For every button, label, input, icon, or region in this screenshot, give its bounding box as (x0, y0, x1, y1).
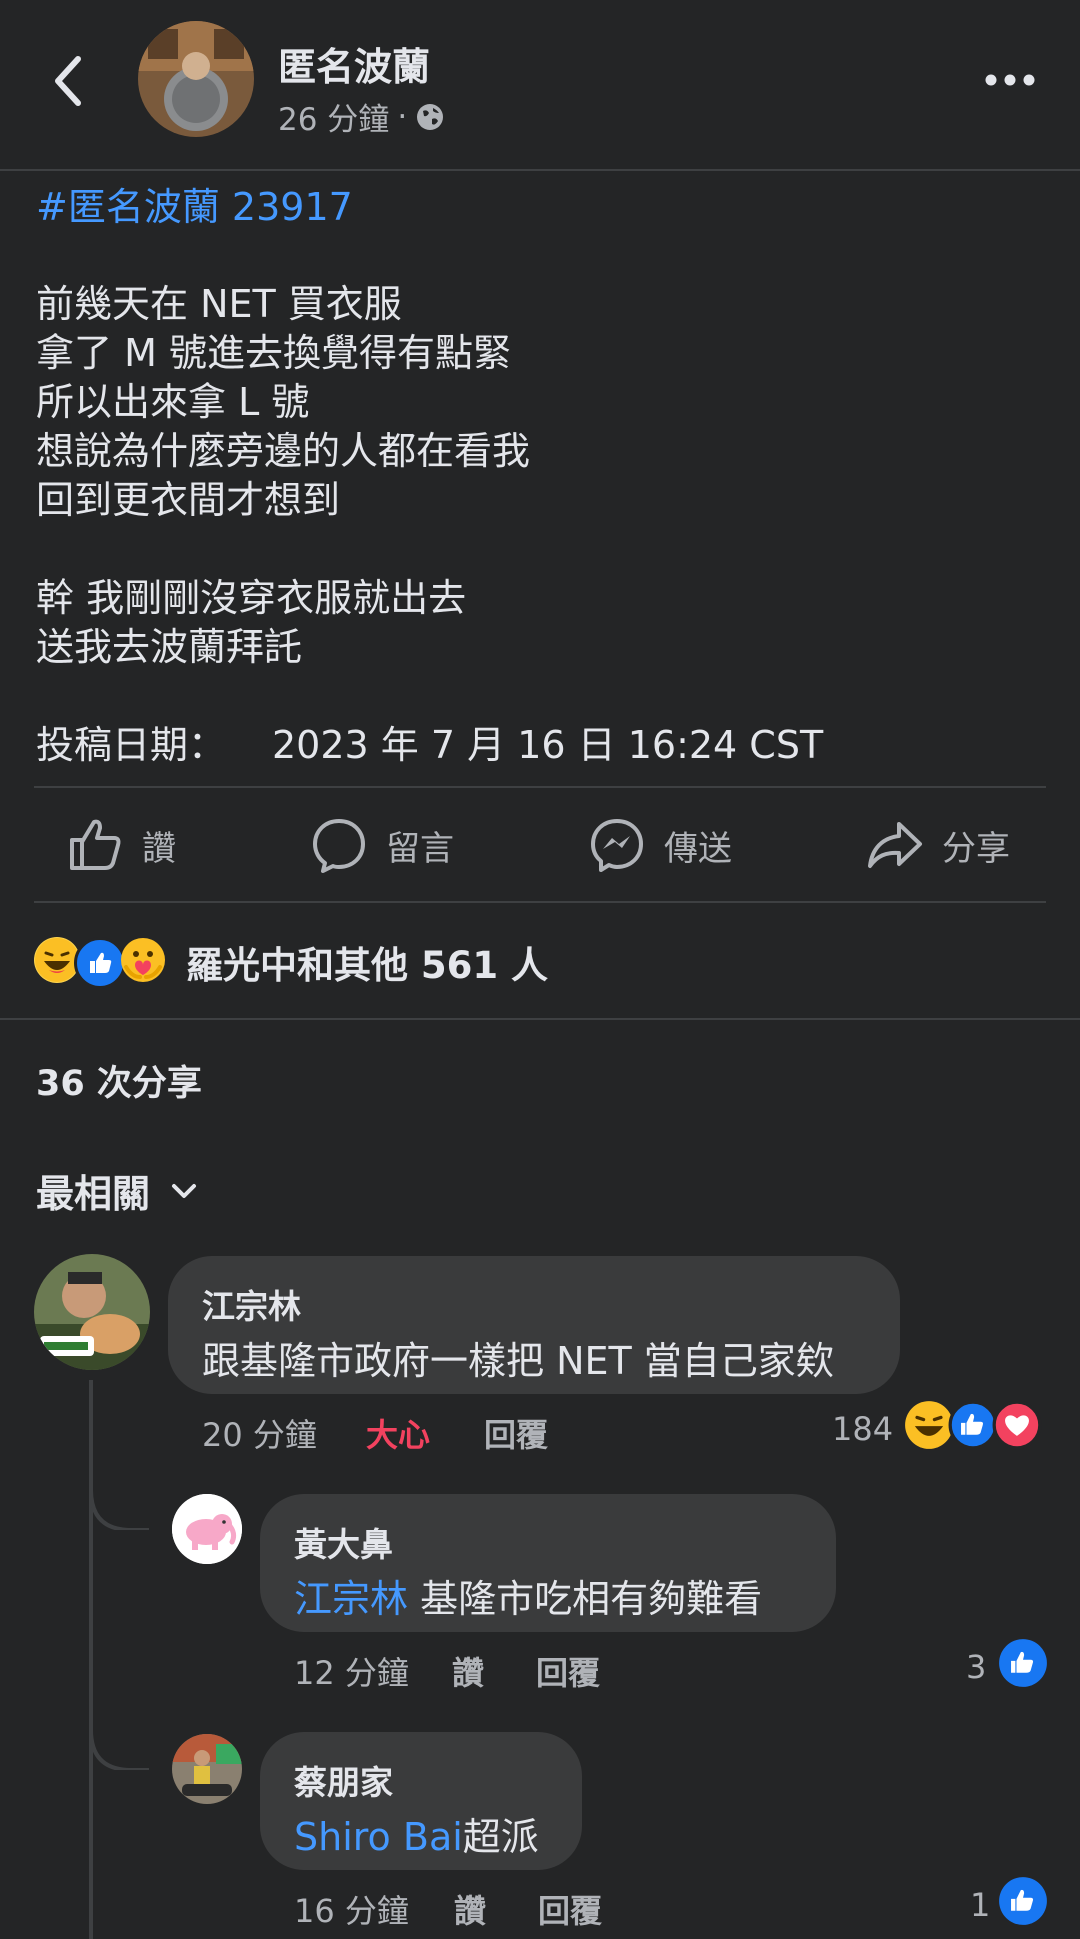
send-label: 傳送 (664, 828, 732, 869)
reaction-icons[interactable] (34, 937, 166, 989)
like-reaction-icon[interactable] (998, 1638, 1048, 1688)
reply-button[interactable]: 回覆 (536, 1648, 600, 1694)
comment-reaction-count[interactable]: 1 (970, 1886, 990, 1924)
more-dots-icon (985, 74, 1035, 86)
messenger-icon (591, 819, 643, 872)
mention-link[interactable]: Shiro Bai (294, 1815, 463, 1859)
like-button[interactable]: 讚 (66, 816, 176, 874)
comment-time[interactable]: 20 分鐘 (202, 1410, 317, 1456)
care-reaction-icon (120, 937, 166, 983)
comment-time[interactable]: 16 分鐘 (294, 1886, 409, 1932)
commenter-avatar[interactable] (34, 1254, 150, 1370)
reply-button[interactable]: 回覆 (484, 1410, 548, 1456)
reactions-divider (0, 1018, 1080, 1020)
post-date-label: 投稿日期： (36, 723, 227, 767)
actions-top-divider (34, 786, 1046, 788)
chevron-left-icon (55, 56, 81, 106)
comment-reaction-button[interactable]: 大心 (366, 1410, 430, 1456)
love-reaction-icon (992, 1400, 1042, 1450)
commenter-avatar[interactable] (172, 1734, 242, 1804)
commenter-name[interactable]: 江宗林 (202, 1280, 301, 1328)
comment-text: 跟基隆市政府一樣把 NET 當自己家欸 (202, 1339, 834, 1383)
post-timestamp: 26 分鐘 · (278, 94, 445, 139)
sort-label: 最相關 (36, 1172, 151, 1216)
page-name[interactable]: 匿名波蘭 (278, 36, 430, 91)
like-comment-button[interactable]: 讚 (452, 1648, 484, 1694)
page-avatar[interactable] (138, 21, 254, 137)
share-count[interactable]: 36 次分享 (36, 1055, 202, 1106)
comment-bubble-icon (313, 819, 365, 873)
post-date-value: 2023 年 7 月 16 日 16:24 CST (272, 723, 824, 767)
thumbs-up-icon (70, 819, 121, 870)
globe-icon (417, 103, 444, 130)
commenter-name[interactable]: 黃大鼻 (294, 1518, 393, 1566)
more-options-button[interactable] (975, 60, 1045, 100)
reactions-summary-text[interactable]: 羅光中和其他 561 人 (186, 935, 548, 989)
post-line: 幹 我剛剛沒穿衣服就出去 (36, 576, 467, 620)
like-label: 讚 (142, 828, 176, 869)
like-reaction-icon (948, 1400, 998, 1450)
comment-body: 基隆市吃相有夠難看 (408, 1577, 763, 1621)
like-comment-button[interactable]: 讚 (454, 1886, 486, 1932)
share-label: 分享 (942, 828, 1010, 869)
comment-text: Shiro Bai超派 (294, 1806, 539, 1861)
comment-sort-dropdown[interactable]: 最相關 (36, 1163, 198, 1218)
post-line: 想說為什麼旁邊的人都在看我 (36, 429, 531, 473)
reply-button[interactable]: 回覆 (538, 1886, 602, 1932)
separator-dot: · (397, 98, 408, 135)
share-button[interactable]: 分享 (866, 816, 1010, 874)
post-line: 回到更衣間才想到 (36, 478, 341, 522)
post-line: 前幾天在 NET 買衣服 (36, 282, 402, 326)
send-button[interactable]: 傳送 (588, 816, 732, 874)
comment-reaction-icons[interactable] (904, 1400, 1042, 1450)
post-hashtag[interactable]: #匿名波蘭 23917 (36, 176, 353, 231)
comment-text: 江宗林 基隆市吃相有夠難看 (294, 1568, 762, 1623)
mention-link[interactable]: 江宗林 (294, 1577, 408, 1621)
comment-body: 超派 (462, 1815, 539, 1859)
post-line: 所以出來拿 L 號 (36, 380, 310, 424)
comment-time[interactable]: 12 分鐘 (294, 1648, 409, 1694)
comment-button[interactable]: 留言 (310, 816, 454, 874)
share-arrow-icon (868, 822, 922, 868)
post-line: 拿了 M 號進去換覺得有點緊 (36, 331, 511, 375)
actions-bottom-divider (34, 901, 1046, 903)
post-time-text[interactable]: 26 分鐘 (278, 94, 389, 139)
back-button[interactable] (40, 48, 94, 114)
commenter-avatar[interactable] (172, 1494, 242, 1564)
post-line: 送我去波蘭拜託 (36, 625, 303, 669)
thread-connector (89, 1450, 149, 1530)
chevron-down-icon (172, 1183, 197, 1198)
commenter-name[interactable]: 蔡朋家 (294, 1756, 393, 1804)
like-reaction-icon (74, 937, 126, 989)
haha-reaction-icon (905, 1401, 953, 1449)
thread-connector (89, 1690, 149, 1770)
like-reaction-icon[interactable] (998, 1876, 1048, 1926)
comment-reaction-count[interactable]: 3 (966, 1648, 986, 1686)
comment-reaction-count[interactable]: 184 (832, 1410, 893, 1448)
header-divider (0, 169, 1080, 171)
comment-label: 留言 (386, 828, 454, 869)
